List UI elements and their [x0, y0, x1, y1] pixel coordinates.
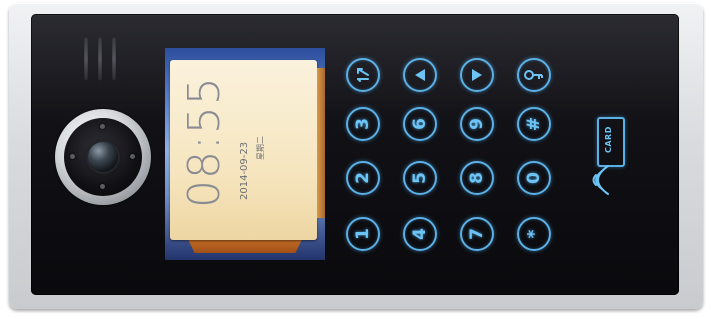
arrow-right-icon: [472, 69, 482, 81]
clock-weekday: 星期二: [256, 136, 265, 160]
key-icon: [524, 70, 543, 80]
key-2[interactable]: 2: [346, 161, 380, 195]
key-0[interactable]: 0: [517, 161, 551, 195]
clock-block: 08:55 2014-09-23 星期二: [179, 58, 309, 208]
rfid-wave-icon: [592, 165, 609, 195]
key-7[interactable]: 7: [460, 217, 494, 251]
camera-ring: [55, 109, 151, 205]
right-arrow-button[interactable]: [460, 58, 494, 92]
key-9-label: 9: [467, 118, 487, 130]
key-8[interactable]: 8: [460, 161, 494, 195]
key-5-label: 5: [410, 172, 430, 184]
ir-led-icon: [70, 154, 75, 159]
display-screen: 08:55 2014-09-23 星期二: [165, 48, 325, 260]
camera-lens-icon: [88, 142, 118, 172]
call-manager-button[interactable]: [346, 58, 380, 92]
key-3-label: 3: [353, 118, 373, 130]
key-4-label: 4: [410, 228, 430, 240]
key-star[interactable]: *: [517, 217, 551, 251]
display-bezel: 08:55 2014-09-23 星期二: [165, 48, 325, 260]
key-9[interactable]: 9: [460, 107, 494, 141]
key-6-label: 6: [410, 118, 430, 130]
key-3[interactable]: 3: [346, 107, 380, 141]
left-arrow-button[interactable]: [403, 58, 437, 92]
speaker-grille: [84, 37, 124, 89]
screen-card-edge: [317, 68, 325, 218]
key-2-label: 2: [353, 172, 373, 184]
key-6[interactable]: 6: [403, 107, 437, 141]
key-8-label: 8: [467, 172, 487, 184]
key-7-label: 7: [467, 228, 487, 240]
call-manager-icon: [357, 68, 369, 82]
unlock-button[interactable]: [517, 58, 551, 92]
camera-housing: [64, 118, 142, 196]
ir-led-icon: [130, 154, 135, 159]
ir-led-icon: [100, 124, 105, 129]
ir-led-icon: [100, 184, 105, 189]
key-hash[interactable]: #: [517, 107, 551, 141]
key-1-label: 1: [353, 228, 373, 240]
clock-time: 08:55: [179, 76, 230, 208]
key-hash-label: #: [524, 116, 544, 132]
key-star-label: *: [523, 229, 544, 239]
key-5[interactable]: 5: [403, 161, 437, 195]
clock-date: 2014-09-23: [239, 141, 250, 200]
arrow-left-icon: [415, 69, 425, 81]
card-reader-label: CARD: [604, 126, 613, 154]
key-1[interactable]: 1: [346, 217, 380, 251]
key-4[interactable]: 4: [403, 217, 437, 251]
key-0-label: 0: [524, 172, 544, 184]
